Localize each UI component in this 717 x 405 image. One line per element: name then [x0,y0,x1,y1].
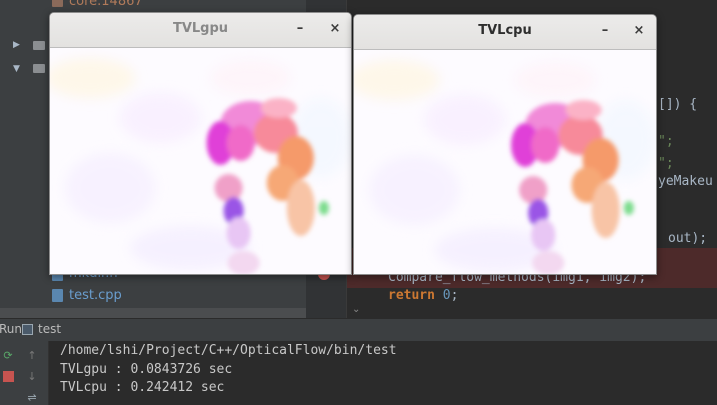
close-button[interactable]: × [630,22,648,40]
flow-visualization [354,50,656,274]
stop-icon [2,370,14,382]
code-fragment: "; [658,134,674,149]
selected-row [0,308,306,318]
console-line-gpu-time: TVLgpu : 0.0843726 sec [60,362,233,377]
run-config-icon [22,324,33,335]
core-file-label[interactable]: core.14867 [69,0,143,9]
expand-arrow-icon[interactable]: ▶ [13,40,20,50]
collapse-arrow-icon[interactable]: ▼ [13,64,20,74]
return-value: 0 [442,288,451,303]
arrow-up-icon[interactable]: ↑ [24,347,40,363]
window-titlebar[interactable]: TVLcpu – × [354,15,656,50]
file-test-cpp[interactable]: test.cpp [69,288,122,303]
run-toolbar: ⟳ ↑ ↓ ⇌ [0,341,49,405]
window-tvlcpu[interactable]: TVLcpu – × [353,14,657,275]
minimize-button[interactable]: – [291,20,309,38]
stop-button[interactable] [0,368,16,384]
close-button[interactable]: × [326,20,344,38]
run-label: Run [0,322,23,336]
code-fragment: out); [668,231,708,246]
code-fragment: "; [658,156,674,171]
core-file-icon [52,0,63,7]
code-fragment: []) { [658,97,698,112]
run-tool-header: Run test [0,318,717,342]
window-titlebar[interactable]: TVLgpu – × [50,13,351,48]
fold-marker-icon[interactable]: ⌄ [352,304,362,315]
window-tvlgpu[interactable]: TVLgpu – × [49,12,352,275]
flow-image-cpu [354,50,656,274]
return-keyword: return [388,288,435,303]
minimize-button[interactable]: – [596,22,614,40]
return-semicolon: ; [450,288,459,303]
folder-icon [33,64,45,73]
console-output[interactable]: /home/lshi/Project/C++/OpticalFlow/bin/t… [49,341,717,405]
code-fragment: yeMakeu [658,174,713,189]
soft-wrap-icon[interactable]: ⇌ [24,389,40,405]
flow-image-gpu [50,48,351,274]
cpp-file-icon [52,289,63,302]
console-line-cpu-time: TVLcpu : 0.242412 sec [60,380,225,395]
folder-icon [33,41,45,50]
console-line-path: /home/lshi/Project/C++/OpticalFlow/bin/t… [60,343,397,358]
arrow-down-icon[interactable]: ↓ [24,368,40,384]
rerun-icon[interactable]: ⟳ [0,347,16,363]
code-return-line: return 0; [388,288,458,303]
run-tab-test[interactable]: test [38,322,61,336]
flow-visualization [50,48,351,274]
